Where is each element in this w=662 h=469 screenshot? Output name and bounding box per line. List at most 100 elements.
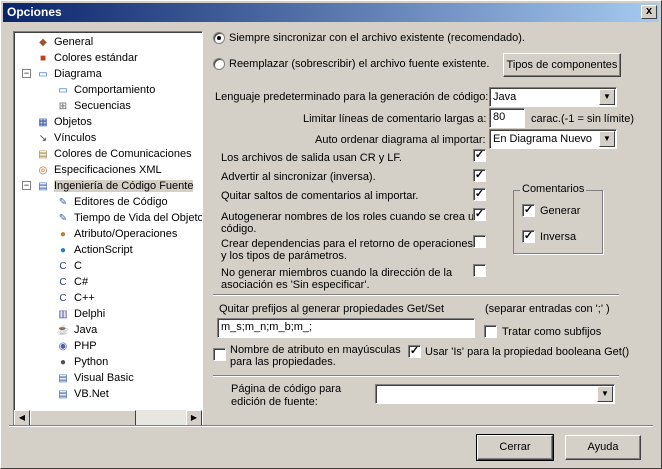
tree-item[interactable]: ✎ Tiempo de Vida del Objeto xyxy=(56,210,202,226)
default-language-value: Java xyxy=(493,91,517,103)
tree-item[interactable]: ● Atributo/Operaciones xyxy=(56,226,177,242)
strip-breaks-checkbox[interactable]: ✓ xyxy=(473,188,486,201)
comments-forward-label: Generar xyxy=(540,205,581,217)
tree-item[interactable]: ↘ Vínculos xyxy=(36,130,96,146)
chevron-down-icon[interactable]: ▼ xyxy=(597,386,613,402)
use-is-checkbox[interactable]: ✓ xyxy=(408,345,421,358)
tree-item[interactable]: ▤ Colores de Comunicaciones xyxy=(36,146,191,162)
tree-item-label: C# xyxy=(74,276,89,288)
close-window-button[interactable]: x xyxy=(641,5,657,19)
php-icon: ◉ xyxy=(58,340,68,352)
code-page-select[interactable]: ▼ xyxy=(375,384,615,404)
tree-item[interactable]: ▤ VB.Net xyxy=(56,386,109,402)
sync-existing-radio[interactable] xyxy=(213,32,225,44)
long-comments-suffix: carac.(-1 = sin límite) xyxy=(531,113,634,125)
tree-item[interactable]: CC xyxy=(56,258,82,274)
long-comments-label: Limitar líneas de comentario largas a: xyxy=(303,113,487,125)
default-language-select[interactable]: Java ▼ xyxy=(489,87,617,107)
tree-item[interactable]: ⊞ Secuencias xyxy=(56,98,131,114)
tree-item[interactable]: ✎ Editores de Código xyxy=(56,194,168,210)
chevron-down-icon[interactable]: ▼ xyxy=(599,89,615,105)
objects-icon: ▦ xyxy=(38,116,48,128)
as-suffix-checkbox[interactable] xyxy=(484,325,497,338)
tree-item-label: Comportamiento xyxy=(74,84,156,96)
uppercase-attr-checkbox[interactable] xyxy=(213,348,226,361)
tree-item[interactable]: C C# xyxy=(56,274,88,290)
csharp-icon: C xyxy=(59,276,67,288)
tree-collapse-toggle[interactable]: − xyxy=(22,181,31,190)
tree-item-label: Tiempo de Vida del Objeto xyxy=(74,212,202,224)
sequence-icon: ⊞ xyxy=(58,100,68,112)
prefixes-label: Quitar prefijos al generar propiedades G… xyxy=(219,303,445,315)
tree-item[interactable]: C C++ xyxy=(56,290,94,306)
strip-breaks-label: Quitar saltos de comentarios al importar… xyxy=(221,190,419,202)
tree-item-label: Diagrama xyxy=(54,68,102,80)
diagram-icon: ▭ xyxy=(38,68,48,80)
help-button[interactable]: Ayuda xyxy=(565,435,641,460)
tree-item-label: Especificaciones XML xyxy=(54,164,162,176)
comments-reverse-label: Inversa xyxy=(540,231,577,243)
window-title: Opciones xyxy=(7,5,62,19)
tree-item[interactable]: ■ Colores estándar xyxy=(36,50,138,66)
warn-sync-label: Advertir al sincronizar (inversa). xyxy=(221,171,376,183)
warn-sync-checkbox[interactable]: ✓ xyxy=(473,169,486,182)
tree-item[interactable]: ● ActionScript xyxy=(56,242,133,258)
auto-order-value: En Diagrama Nuevo xyxy=(493,133,593,145)
overwrite-label: Reemplazar (sobrescribir) el archivo fue… xyxy=(229,58,490,70)
component-types-button[interactable]: Tipos de componentes xyxy=(503,53,621,77)
tree-item-label: Editores de Código xyxy=(74,196,168,208)
tree-collapse-toggle[interactable]: − xyxy=(22,69,31,78)
tree-item[interactable]: ▭ Comportamiento xyxy=(56,82,155,98)
tree-item-label: Vínculos xyxy=(54,132,97,144)
prefixes-input[interactable]: m_s;m_n;m_b;m_; xyxy=(217,318,475,338)
tree-item-label: Java xyxy=(74,324,98,336)
overwrite-radio[interactable] xyxy=(213,58,225,70)
comments-forward-checkbox[interactable]: ✓ xyxy=(522,204,535,217)
scroll-thumb[interactable] xyxy=(30,410,136,426)
autogen-roles-label-2: código. xyxy=(221,223,257,235)
autogen-roles-checkbox[interactable]: ✓ xyxy=(473,208,486,221)
tree-item-label: Atributo/Operaciones xyxy=(74,228,178,240)
auto-order-label: Auto ordenar diagrama al importar: xyxy=(315,134,486,146)
separator xyxy=(213,294,619,296)
code-page-label-1: Página de código para xyxy=(231,383,342,395)
delphi-icon: ▥ xyxy=(58,308,68,320)
chevron-down-icon[interactable]: ▼ xyxy=(599,131,615,147)
tree-item[interactable]: ▦ Objetos xyxy=(36,114,92,130)
tree-item[interactable]: ● Python xyxy=(56,354,108,370)
tree-item[interactable]: ◆ General xyxy=(36,34,93,50)
tree-item[interactable]: ▥ Delphi xyxy=(56,306,105,322)
tree-item-label: Secuencias xyxy=(74,100,131,112)
crlf-checkbox[interactable]: ✓ xyxy=(473,149,486,162)
tree-item[interactable]: ▭ Diagrama xyxy=(36,66,102,82)
tree-item-label: Python xyxy=(74,356,109,368)
tree-horizontal-scrollbar[interactable]: ◀ ▶ xyxy=(14,410,202,426)
code-engineering-icon: ▤ xyxy=(38,180,48,192)
create-deps-checkbox[interactable] xyxy=(473,235,486,248)
as-suffix-label: Tratar como subfijos xyxy=(502,326,602,338)
vb-icon: ▤ xyxy=(58,372,68,384)
scroll-left-button[interactable]: ◀ xyxy=(14,410,30,426)
close-button[interactable]: Cerrar xyxy=(476,434,554,461)
colors-icon: ■ xyxy=(39,52,47,64)
tree-item-label: General xyxy=(54,36,94,48)
tree-item[interactable]: ☕ Java xyxy=(56,322,97,338)
tree-item[interactable]: ▤ Ingeniería de Código Fuente xyxy=(36,178,194,194)
comments-group: Comentarios xyxy=(513,183,603,254)
tree-item-label: Colores estándar xyxy=(54,52,138,64)
crlf-label: Los archivos de salida usan CR y LF. xyxy=(221,152,402,164)
auto-order-select[interactable]: En Diagrama Nuevo ▼ xyxy=(489,129,617,149)
tree-item[interactable]: ▤ Visual Basic xyxy=(56,370,133,386)
comments-reverse-checkbox[interactable]: ✓ xyxy=(522,230,535,243)
vbnet-icon: ▤ xyxy=(58,388,68,400)
no-members-checkbox[interactable] xyxy=(473,264,486,277)
tree-item[interactable]: ◎ Especificaciones XML xyxy=(36,162,162,178)
uppercase-attr-label-1: Nombre de atributo en mayúsculas xyxy=(230,344,401,356)
lifetime-icon: ✎ xyxy=(58,212,68,224)
actionscript-icon: ● xyxy=(59,244,67,256)
tree-item[interactable]: ◉ PHP xyxy=(56,338,97,354)
options-tree[interactable]: ◆ General ■ Colores estándar ▭ Diagrama − ▭ Comp… xyxy=(13,31,203,427)
scroll-right-button[interactable]: ▶ xyxy=(186,410,202,426)
comments-group-title: Comentarios xyxy=(520,183,587,195)
long-comments-input[interactable]: 80 xyxy=(489,108,525,128)
